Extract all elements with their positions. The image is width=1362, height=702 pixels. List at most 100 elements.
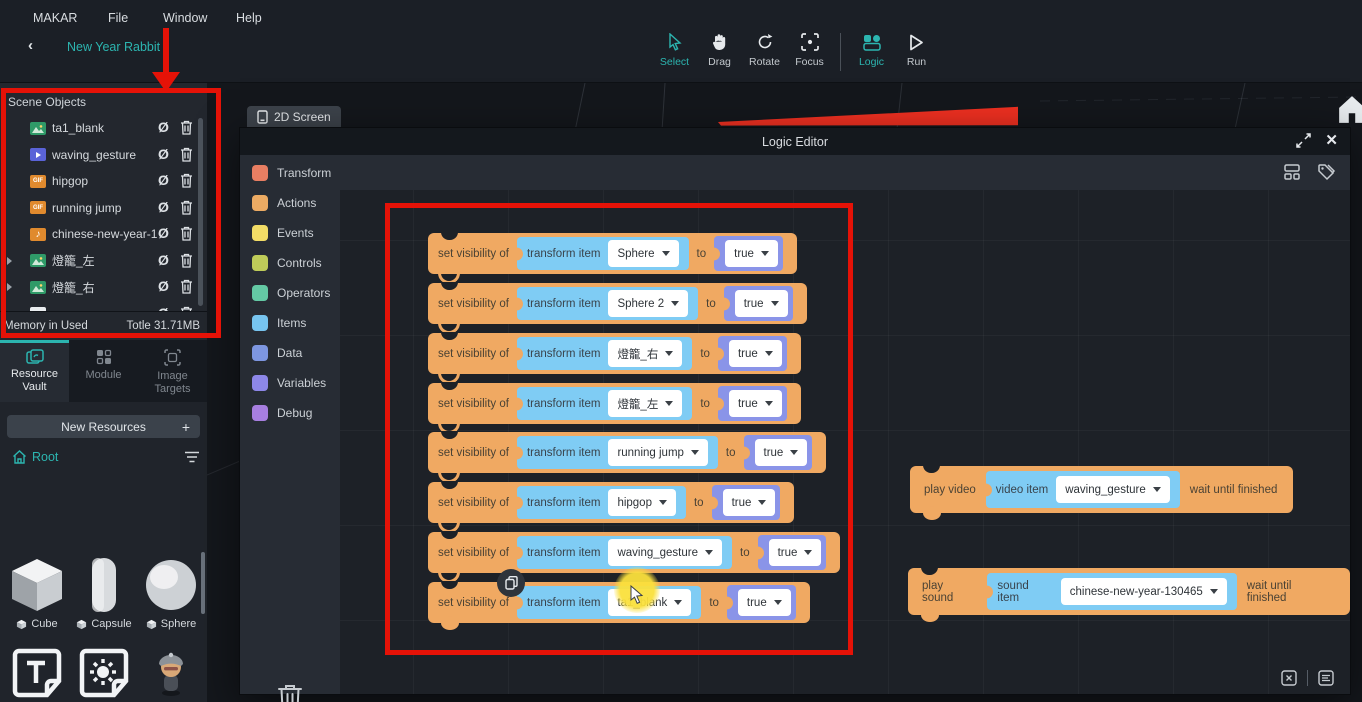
- palette-items[interactable]: Items: [252, 315, 306, 331]
- tool-logic[interactable]: Logic: [849, 31, 894, 68]
- palette-data[interactable]: Data: [252, 345, 302, 361]
- delete-icon[interactable]: [180, 279, 193, 299]
- palette-controls[interactable]: Controls: [252, 255, 322, 271]
- transform-item-sub-block[interactable]: transform itemSphere 2: [517, 287, 698, 320]
- tab-resource-vault[interactable]: Resource Vault: [0, 340, 69, 402]
- value-dropdown[interactable]: true: [735, 290, 788, 317]
- project-name[interactable]: New Year Rabbit: [67, 40, 160, 54]
- transform-item-sub-block[interactable]: transform itemta1_blank: [517, 586, 701, 619]
- value-dropdown[interactable]: true: [725, 240, 778, 267]
- expand-icon[interactable]: [1296, 133, 1311, 148]
- menu-makar[interactable]: MAKAR: [33, 11, 77, 25]
- delete-icon[interactable]: [180, 147, 193, 167]
- value-dropdown[interactable]: true: [738, 589, 791, 616]
- value-dropdown[interactable]: true: [769, 539, 822, 566]
- scene-row-running-jump[interactable]: GIF running jump Ø: [0, 195, 207, 222]
- transform-item-dropdown[interactable]: waving_gesture: [608, 539, 722, 566]
- tab-module[interactable]: Module: [69, 340, 138, 402]
- scene-row-chinese-new-year[interactable]: ♪ chinese-new-year-1 Ø: [0, 221, 207, 248]
- transform-item-sub-block[interactable]: transform itemwaving_gesture: [517, 536, 732, 569]
- tool-drag[interactable]: Drag: [697, 31, 742, 68]
- video-item-sub-block[interactable]: video itemwaving_gesture: [986, 471, 1180, 508]
- value-dropdown[interactable]: true: [723, 489, 776, 516]
- delete-icon[interactable]: [180, 200, 193, 220]
- tool-focus[interactable]: Focus: [787, 31, 832, 68]
- resource-sphere[interactable]: Sphere: [138, 554, 204, 630]
- expand-arrow-icon[interactable]: [7, 283, 12, 291]
- palette-operators[interactable]: Operators: [252, 285, 330, 301]
- transform-item-sub-block[interactable]: transform item燈籠_左: [517, 387, 692, 420]
- tool-select[interactable]: Select: [652, 31, 697, 68]
- tab-2d-screen[interactable]: 2D Screen: [247, 106, 341, 128]
- delete-icon[interactable]: [180, 253, 193, 273]
- back-chevron-icon[interactable]: ‹: [28, 37, 33, 54]
- block-set-visibility-hipgop[interactable]: set visibility of transform itemhipgop t…: [428, 482, 794, 523]
- transform-item-sub-block[interactable]: transform item燈籠_右: [517, 337, 692, 370]
- video-item-dropdown[interactable]: waving_gesture: [1056, 476, 1170, 503]
- block-play-video[interactable]: play video video itemwaving_gesture wait…: [910, 466, 1293, 513]
- resource-text[interactable]: TText: [4, 642, 70, 702]
- transform-item-dropdown[interactable]: 燈籠_左: [608, 390, 682, 417]
- menu-window[interactable]: Window: [163, 11, 207, 25]
- palette-events[interactable]: Events: [252, 225, 314, 241]
- visibility-off-icon[interactable]: Ø: [158, 225, 169, 241]
- resource-cube[interactable]: Cube: [4, 554, 70, 630]
- layout-blocks-icon[interactable]: [1283, 163, 1301, 181]
- menu-help[interactable]: Help: [236, 11, 262, 25]
- tool-run[interactable]: Run: [894, 31, 939, 68]
- close-box-icon[interactable]: [1281, 670, 1297, 686]
- list-box-icon[interactable]: [1318, 670, 1334, 686]
- scene-list-scrollbar[interactable]: [198, 118, 203, 306]
- root-row[interactable]: Root: [0, 448, 207, 468]
- copy-button[interactable]: [497, 569, 525, 597]
- logic-canvas[interactable]: set visibility of transform itemSphere t…: [340, 190, 1350, 694]
- value-dropdown[interactable]: true: [729, 340, 782, 367]
- close-icon[interactable]: ✕: [1325, 133, 1338, 148]
- visibility-off-icon[interactable]: Ø: [158, 119, 169, 135]
- delete-icon[interactable]: [180, 173, 193, 193]
- palette-variables[interactable]: Variables: [252, 375, 326, 391]
- new-resources-button[interactable]: New Resources +: [7, 415, 200, 438]
- delete-icon[interactable]: [180, 120, 193, 140]
- transform-item-sub-block[interactable]: transform itemhipgop: [517, 486, 686, 519]
- scene-row-lantern-right[interactable]: 燈籠_右 Ø: [0, 274, 207, 301]
- sound-item-sub-block[interactable]: sound itemchinese-new-year-130465: [987, 573, 1236, 610]
- transform-item-dropdown[interactable]: 燈籠_右: [608, 340, 682, 367]
- home-icon[interactable]: [1337, 94, 1362, 124]
- scene-row-ta1-blank[interactable]: ta1_blank Ø: [0, 115, 207, 142]
- block-play-sound[interactable]: play sound sound itemchinese-new-year-13…: [908, 568, 1350, 615]
- menu-file[interactable]: File: [108, 11, 128, 25]
- resource-ch-bojue[interactable]: ch_Bojue: [138, 642, 204, 702]
- block-set-visibility-sphere2[interactable]: set visibility of transform itemSphere 2…: [428, 283, 807, 324]
- visibility-off-icon[interactable]: Ø: [158, 252, 169, 268]
- block-set-visibility-sphere[interactable]: set visibility of transform itemSphere t…: [428, 233, 797, 274]
- value-dropdown[interactable]: true: [729, 390, 782, 417]
- block-set-visibility-running-jump[interactable]: set visibility of transform itemrunning …: [428, 432, 826, 473]
- trash-drop-icon[interactable]: [277, 683, 303, 702]
- scene-row-partial[interactable]: Ø: [0, 301, 207, 312]
- value-dropdown[interactable]: true: [755, 439, 808, 466]
- transform-item-dropdown[interactable]: running jump: [608, 439, 707, 466]
- sort-filter-icon[interactable]: [184, 451, 200, 463]
- delete-icon[interactable]: [180, 226, 193, 246]
- sound-item-dropdown[interactable]: chinese-new-year-130465: [1061, 578, 1227, 605]
- logic-editor-titlebar[interactable]: Logic Editor ✕: [240, 128, 1350, 155]
- transform-item-sub-block[interactable]: transform itemSphere: [517, 237, 689, 270]
- block-set-visibility-lantern-left[interactable]: set visibility of transform item燈籠_左 to …: [428, 383, 801, 424]
- scene-row-hipgop[interactable]: GIF hipgop Ø: [0, 168, 207, 195]
- palette-debug[interactable]: Debug: [252, 405, 312, 421]
- scene-row-waving-gesture[interactable]: waving_gesture Ø: [0, 142, 207, 169]
- resource-light[interactable]: Light: [71, 642, 137, 702]
- visibility-off-icon[interactable]: Ø: [158, 146, 169, 162]
- transform-item-dropdown[interactable]: Sphere 2: [608, 290, 688, 317]
- visibility-off-icon[interactable]: Ø: [158, 172, 169, 188]
- tab-image-targets[interactable]: Image Targets: [138, 340, 207, 402]
- transform-item-dropdown[interactable]: hipgop: [608, 489, 676, 516]
- block-set-visibility-lantern-right[interactable]: set visibility of transform item燈籠_右 to …: [428, 333, 801, 374]
- transform-item-dropdown[interactable]: Sphere: [608, 240, 678, 267]
- visibility-off-icon[interactable]: Ø: [158, 199, 169, 215]
- palette-transform[interactable]: Transform: [252, 165, 331, 181]
- tool-rotate[interactable]: Rotate: [742, 31, 787, 68]
- tags-icon[interactable]: [1317, 163, 1336, 181]
- expand-arrow-icon[interactable]: [7, 257, 12, 265]
